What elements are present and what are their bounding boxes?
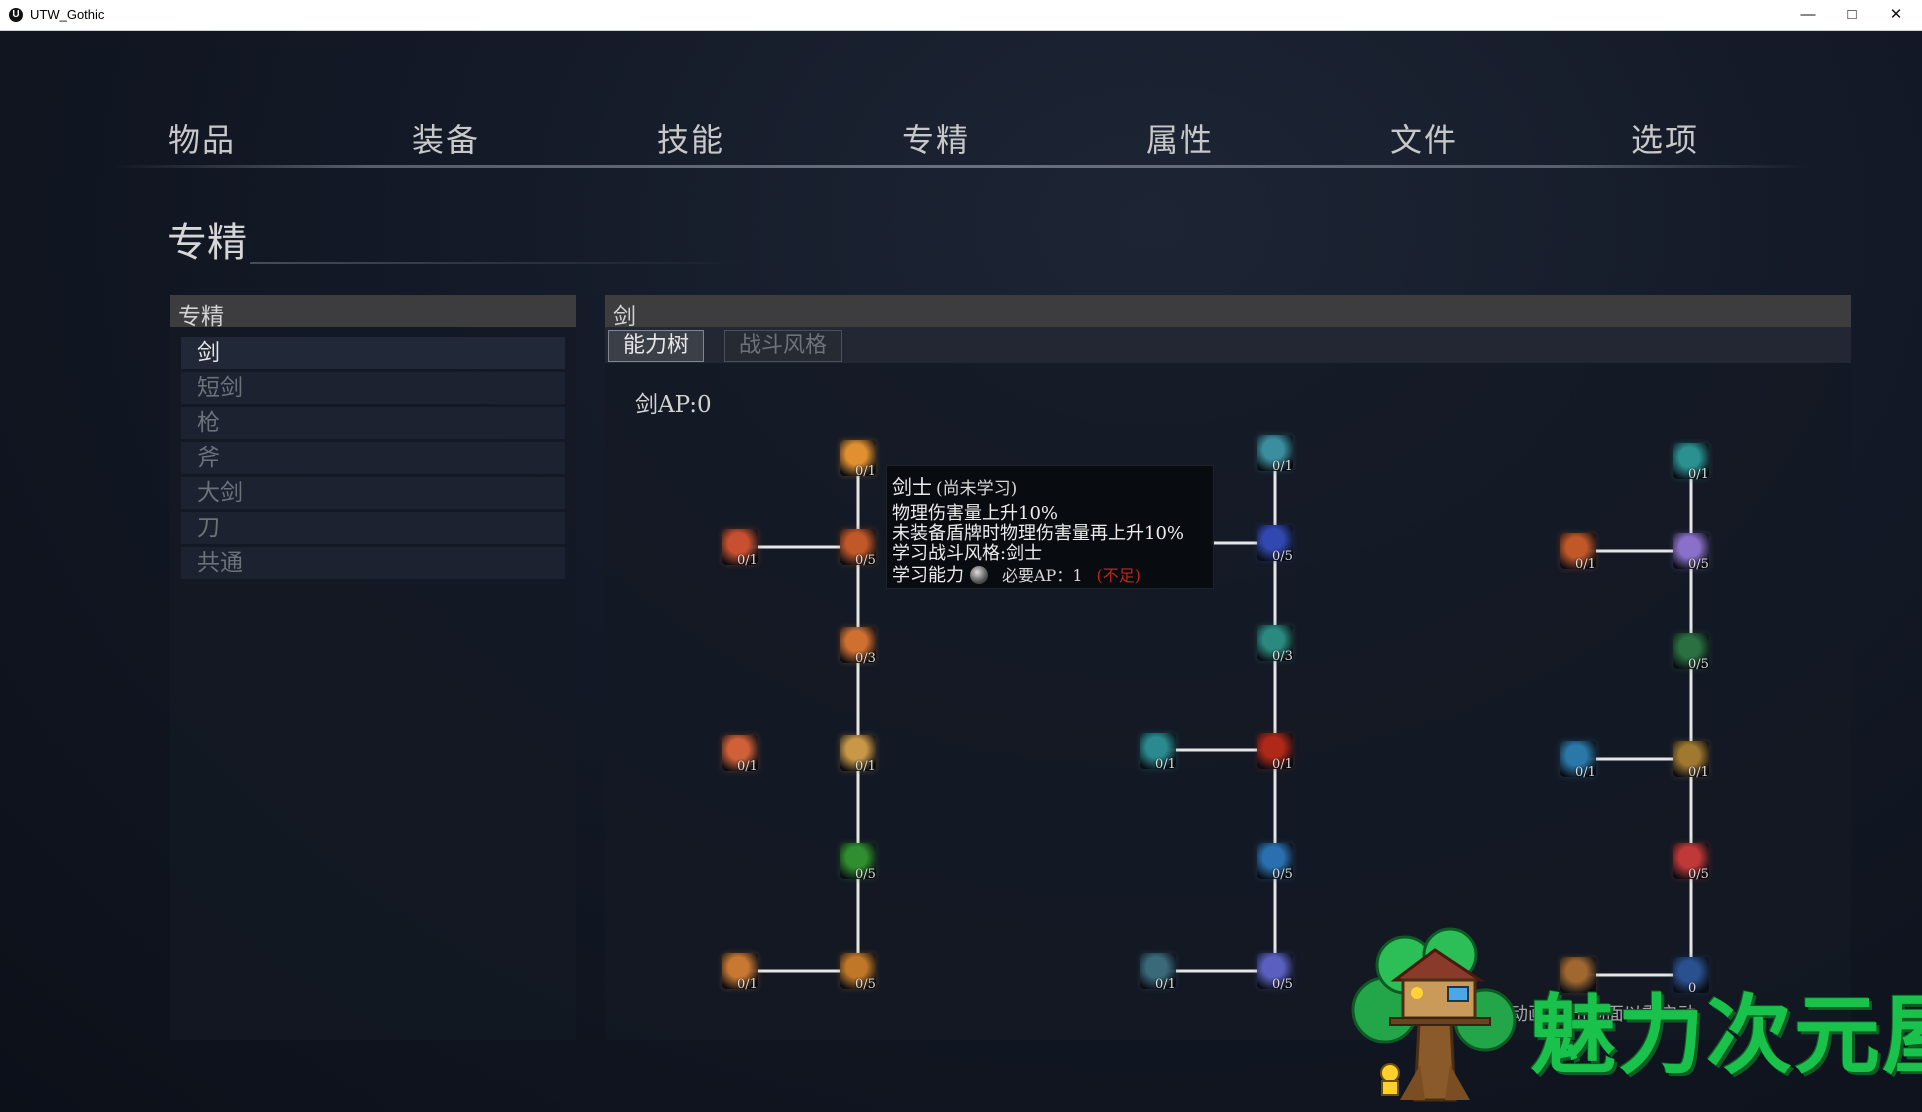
specialization-list-panel: 专精 剑 短剑 枪 斧 大剑 刀 共通: [170, 295, 576, 1040]
tab-equipment[interactable]: 装备: [412, 115, 480, 161]
left-panel-header-label: 专精: [178, 304, 224, 330]
skill-node-count: 0/3: [1272, 649, 1293, 664]
skill-node-b6[interactable]: 0/5: [1257, 843, 1293, 882]
watermark: 魅力次元屋: [1345, 925, 1922, 1112]
skill-node-c3[interactable]: 0/5: [1673, 533, 1709, 572]
spec-item-katana[interactable]: 刀: [181, 512, 565, 544]
tab-options[interactable]: 选项: [1631, 115, 1699, 161]
skill-node-count: 0/3: [855, 651, 876, 666]
ap-orb-icon: [970, 566, 988, 584]
spec-item-common[interactable]: 共通: [181, 547, 565, 579]
page-title: 专精: [167, 220, 247, 266]
window-titlebar: U UTW_Gothic — □ ✕: [0, 0, 1922, 31]
skill-tooltip: 剑士 (尚未学习) 物理伤害量上升10% 未装备盾牌时物理伤害量再上升10% 学习…: [886, 465, 1214, 589]
tooltip-required-ap: 必要AP：1: [1002, 566, 1083, 585]
skill-node-count: 0/1: [1155, 977, 1176, 992]
skill-node-count: 0/1: [1688, 765, 1709, 780]
skill-node-b1[interactable]: 0/1: [1257, 435, 1293, 474]
skill-node-a5[interactable]: 0/1: [722, 735, 758, 774]
minimize-button[interactable]: —: [1788, 3, 1828, 27]
nav-divider: [110, 165, 1810, 168]
skill-node-count: 0/1: [855, 759, 876, 774]
skill-node-count: 0/5: [855, 553, 876, 568]
skill-node-count: 0/5: [1688, 557, 1709, 572]
tab-specialization[interactable]: 专精: [902, 115, 970, 161]
skill-node-count: 0/5: [1688, 867, 1709, 882]
skill-node-a3[interactable]: 0/5: [840, 529, 876, 568]
tooltip-skill-name: 剑士: [892, 475, 932, 499]
skill-node-c4[interactable]: 0/5: [1673, 633, 1709, 672]
skill-node-count: 0/5: [855, 977, 876, 992]
skill-node-c1[interactable]: 0/1: [1673, 443, 1709, 482]
skill-node-count: 0/1: [737, 977, 758, 992]
skill-node-a8[interactable]: 0/1: [722, 953, 758, 992]
tab-files[interactable]: 文件: [1390, 115, 1458, 161]
treehouse-logo-icon: [1351, 927, 1517, 1102]
tooltip-title: 剑士 (尚未学习): [892, 471, 1017, 500]
skill-node-c5[interactable]: 0/1: [1560, 741, 1596, 780]
skill-node-count: 0/1: [737, 759, 758, 774]
window-title: UTW_Gothic: [30, 7, 105, 22]
left-panel-header: 专精: [170, 295, 576, 330]
specialization-list: 剑 短剑 枪 斧 大剑 刀 共通: [181, 337, 565, 582]
skill-node-b7[interactable]: 0/1: [1140, 953, 1176, 992]
tooltip-status: (尚未学习): [936, 479, 1018, 499]
skill-node-count: 0/1: [1575, 765, 1596, 780]
spec-item-dagger[interactable]: 短剑: [181, 372, 565, 404]
tab-skills[interactable]: 技能: [657, 115, 725, 161]
skill-node-count: 0/5: [1688, 657, 1709, 672]
skill-node-c6[interactable]: 0/1: [1673, 741, 1709, 780]
skill-node-count: 0/5: [1272, 549, 1293, 564]
skill-node-count: 0/1: [1575, 557, 1596, 572]
skill-node-a1[interactable]: 0/1: [840, 440, 876, 479]
skill-node-b2[interactable]: 0/5: [1257, 525, 1293, 564]
skill-node-b4[interactable]: 0/1: [1140, 733, 1176, 772]
maximize-button[interactable]: □: [1832, 3, 1872, 27]
spec-item-axe[interactable]: 斧: [181, 442, 565, 474]
skill-node-a9[interactable]: 0/5: [840, 953, 876, 992]
skill-node-a4[interactable]: 0/3: [840, 627, 876, 666]
skill-node-b8[interactable]: 0/5: [1257, 953, 1293, 992]
skill-node-count: 0/1: [737, 553, 758, 568]
tooltip-insufficient: (不足): [1096, 566, 1142, 585]
title-divider: [250, 262, 750, 264]
skill-node-count: 0/5: [1272, 867, 1293, 882]
skill-node-c2[interactable]: 0/1: [1560, 533, 1596, 572]
skill-node-count: 0/1: [1155, 757, 1176, 772]
close-button[interactable]: ✕: [1876, 3, 1916, 27]
spec-item-spear[interactable]: 枪: [181, 407, 565, 439]
tooltip-learn-label: 学习能力: [892, 565, 964, 586]
unreal-logo-icon: U: [9, 8, 23, 22]
watermark-text: 魅力次元屋: [1530, 986, 1922, 1086]
skill-node-count: 0/5: [855, 867, 876, 882]
skill-node-count: 0/1: [1272, 757, 1293, 772]
tooltip-learn-row: 学习能力 必要AP：1 (不足): [892, 561, 1141, 587]
skill-node-count: 0/5: [1272, 977, 1293, 992]
spec-item-greatsword[interactable]: 大剑: [181, 477, 565, 509]
tab-items[interactable]: 物品: [168, 115, 236, 161]
skill-node-count: 0/1: [1272, 459, 1293, 474]
skill-node-a6[interactable]: 0/1: [840, 735, 876, 774]
tab-attributes[interactable]: 属性: [1146, 115, 1214, 161]
skill-node-c7[interactable]: 0/5: [1673, 843, 1709, 882]
skill-node-count: 0/1: [855, 464, 876, 479]
spec-item-sword[interactable]: 剑: [181, 337, 565, 369]
skill-node-count: 0/1: [1688, 467, 1709, 482]
skill-node-b3[interactable]: 0/3: [1257, 625, 1293, 664]
skill-node-a2[interactable]: 0/1: [722, 529, 758, 568]
skill-node-a7[interactable]: 0/5: [840, 843, 876, 882]
skill-node-b5[interactable]: 0/1: [1257, 733, 1293, 772]
